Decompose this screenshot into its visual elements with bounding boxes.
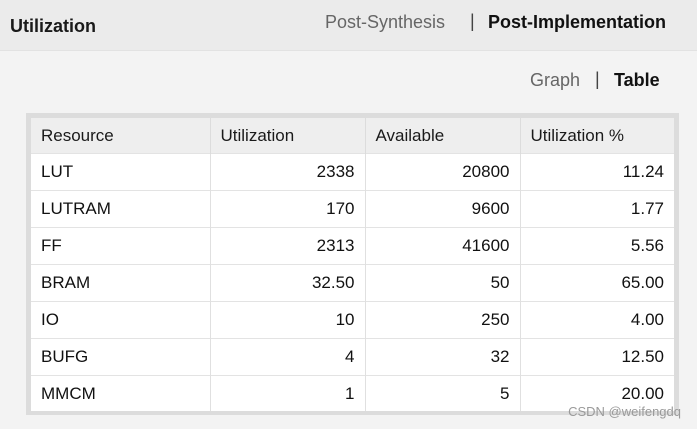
panel-title: Utilization: [10, 16, 96, 36]
view-separator: |: [595, 69, 600, 89]
utilization-percent-cell: 11.24: [520, 153, 674, 191]
column-header-utilization[interactable]: Utilization: [210, 118, 366, 154]
resource-cell: BRAM: [31, 264, 211, 302]
utilization-panel: Utilization Post-Synthesis | Post-Implem…: [0, 0, 697, 429]
resource-cell: MMCM: [31, 375, 211, 411]
available-cell: 20800: [365, 153, 521, 191]
resource-cell: LUT: [31, 153, 211, 191]
resource-cell: IO: [31, 301, 211, 339]
utilization-percent-cell: 12.50: [520, 338, 674, 376]
tab-separator: |: [470, 11, 475, 31]
available-cell: 41600: [365, 227, 521, 265]
utilization-cell: 2338: [210, 153, 366, 191]
available-cell: 50: [365, 264, 521, 302]
utilization-cell: 2313: [210, 227, 366, 265]
available-cell: 9600: [365, 190, 521, 228]
watermark: CSDN @weifengdq: [568, 404, 681, 419]
utilization-percent-cell: 65.00: [520, 264, 674, 302]
utilization-cell: 10: [210, 301, 366, 339]
resource-cell: FF: [31, 227, 211, 265]
column-header-utilization-percent[interactable]: Utilization %: [520, 118, 674, 154]
utilization-table-container: Resource Utilization Available Utilizati…: [26, 113, 679, 415]
view-graph-option[interactable]: Graph: [530, 70, 580, 91]
utilization-percent-cell: 1.77: [520, 190, 674, 228]
resource-cell: LUTRAM: [31, 190, 211, 228]
resource-cell: BUFG: [31, 338, 211, 376]
column-header-resource[interactable]: Resource: [31, 118, 211, 154]
available-cell: 5: [365, 375, 521, 411]
utilization-cell: 4: [210, 338, 366, 376]
utilization-cell: 1: [210, 375, 366, 411]
table-row[interactable]: LUT 2338 20800 11.24: [31, 153, 674, 191]
panel-header: Utilization Post-Synthesis | Post-Implem…: [0, 0, 697, 51]
tab-post-implementation[interactable]: Post-Implementation: [488, 12, 666, 33]
utilization-percent-cell: 4.00: [520, 301, 674, 339]
available-cell: 250: [365, 301, 521, 339]
available-cell: 32: [365, 338, 521, 376]
utilization-cell: 32.50: [210, 264, 366, 302]
tab-post-synthesis[interactable]: Post-Synthesis: [325, 12, 445, 33]
column-header-available[interactable]: Available: [365, 118, 521, 154]
table-row[interactable]: LUTRAM 170 9600 1.77: [31, 190, 674, 228]
table-row[interactable]: FF 2313 41600 5.56: [31, 227, 674, 265]
utilization-cell: 170: [210, 190, 366, 228]
utilization-percent-cell: 5.56: [520, 227, 674, 265]
table-header-row: Resource Utilization Available Utilizati…: [31, 118, 674, 154]
table-row[interactable]: BRAM 32.50 50 65.00: [31, 264, 674, 302]
view-table-option[interactable]: Table: [614, 70, 660, 91]
utilization-table: Resource Utilization Available Utilizati…: [31, 118, 674, 411]
table-row[interactable]: BUFG 4 32 12.50: [31, 338, 674, 376]
table-row[interactable]: IO 10 250 4.00: [31, 301, 674, 339]
